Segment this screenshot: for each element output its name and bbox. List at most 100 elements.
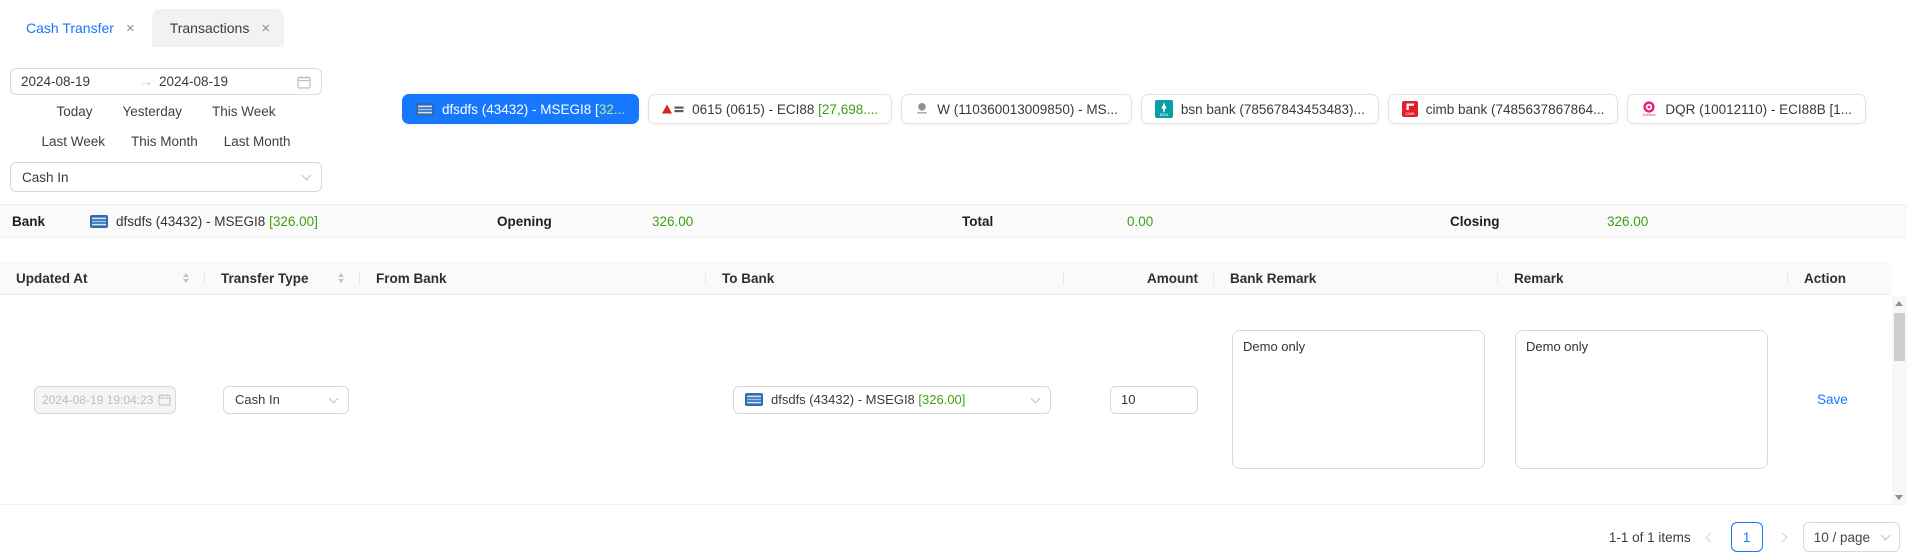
range-arrow-icon: → xyxy=(139,74,153,89)
alliance-bank-logo-icon xyxy=(917,103,928,114)
svg-text:DuitNow: DuitNow xyxy=(1643,113,1656,117)
column-header-action: Action xyxy=(1788,262,1892,294)
bank-button-dfsdfs[interactable]: dfsdfs (43432) - MSEGI8 [32... xyxy=(402,94,640,124)
column-label: To Bank xyxy=(722,270,775,286)
bank-label: Bank xyxy=(12,213,46,229)
transfer-type-filter-value: Cash In xyxy=(22,169,69,185)
quick-range-row-1: Today Yesterday This Week xyxy=(0,104,332,119)
remark-cell: Demo only xyxy=(1498,330,1788,469)
chevron-down-icon xyxy=(328,393,339,403)
updated-at-datepicker[interactable]: 2024-08-19 19:04:23 xyxy=(34,385,176,414)
date-range-picker[interactable]: 2024-08-19 → 2024-08-19 xyxy=(10,68,322,95)
svg-text:CIMB: CIMB xyxy=(1405,112,1415,116)
updated-at-cell: 2024-08-19 19:04:23 xyxy=(0,385,205,414)
chevron-down-icon xyxy=(301,170,312,181)
transfer-type-filter-select[interactable]: Cash In xyxy=(10,162,322,192)
table-header: Updated At Transfer Type From Bank To Ba… xyxy=(0,262,1892,295)
range-start-value: 2024-08-19 xyxy=(21,74,91,89)
sort-icon[interactable] xyxy=(183,273,189,283)
amount-input[interactable] xyxy=(1110,385,1198,414)
quick-link-last-month[interactable]: Last Month xyxy=(224,134,291,149)
next-page-icon[interactable] xyxy=(1775,529,1791,545)
closing-label: Closing xyxy=(1450,213,1500,229)
bank-button-label: cimb bank (7485637867864... xyxy=(1425,101,1605,117)
column-header-remark: Remark xyxy=(1498,262,1788,294)
scrollbar-up-arrow-icon[interactable] xyxy=(1895,301,1903,306)
page-size-select[interactable]: 10 / page xyxy=(1802,522,1900,552)
quick-link-last-week[interactable]: Last Week xyxy=(41,134,105,149)
bank-button-w[interactable]: W (110360013009850) - MS... xyxy=(901,94,1132,124)
chevron-down-icon xyxy=(1880,530,1891,541)
column-header-from-bank: From Bank xyxy=(360,262,706,294)
save-button[interactable]: Save xyxy=(1817,392,1848,407)
summary-closing-label-item: Closing xyxy=(1450,205,1500,237)
bank-button-label: DQR (10012110) - ECI88B [1... xyxy=(1665,101,1852,117)
duitnow-bank-logo-icon: DuitNow xyxy=(1643,101,1656,117)
summary-total-value: 0.00 xyxy=(1127,213,1154,229)
summary-opening-label-item: Opening xyxy=(497,205,552,237)
column-header-bank-remark: Bank Remark xyxy=(1214,262,1498,294)
tab-cash-transfer[interactable]: Cash Transfer × xyxy=(8,9,149,47)
sort-icon[interactable] xyxy=(338,273,344,283)
opening-label: Opening xyxy=(497,213,552,229)
remark-textarea[interactable]: Demo only xyxy=(1515,330,1768,469)
quick-link-yesterday[interactable]: Yesterday xyxy=(122,104,182,119)
scrollbar-thumb[interactable] xyxy=(1894,313,1905,361)
column-label: Action xyxy=(1804,270,1846,286)
pagination-bar: 1-1 of 1 items 1 10 / page xyxy=(1609,521,1900,553)
column-label: Updated At xyxy=(16,270,88,286)
to-bank-value: dfsdfs (43432) - MSEGI8 [326.00] xyxy=(771,392,966,407)
updated-at-value: 2024-08-19 19:04:23 xyxy=(42,392,154,407)
quick-link-today[interactable]: Today xyxy=(56,104,92,119)
column-label: From Bank xyxy=(376,270,447,286)
column-label: Remark xyxy=(1514,270,1564,286)
dfsdfs-bank-logo-icon xyxy=(745,393,763,406)
calendar-icon xyxy=(158,393,172,406)
tab-transactions[interactable]: Transactions × xyxy=(151,9,285,47)
column-header-to-bank: To Bank xyxy=(706,262,1064,294)
amount-cell xyxy=(1064,385,1214,414)
bank-button-dqr[interactable]: DuitNow DQR (10012110) - ECI88B [1... xyxy=(1627,94,1866,124)
balance-summary-bar: Bank dfsdfs (43432) - MSEGI8 [326.00] Op… xyxy=(0,204,1907,238)
bank-remark-cell: Demo only xyxy=(1214,330,1498,469)
bank-button-label: W (110360013009850) - MS... xyxy=(937,101,1118,117)
column-label: Bank Remark xyxy=(1230,270,1317,286)
bank-button-label: 0615 (0615) - ECI88 [27,698.... xyxy=(692,101,879,117)
summary-total-label-item: Total xyxy=(962,205,993,237)
bank-button-bsn[interactable]: BSN bsn bank (78567843453483)... xyxy=(1140,94,1379,124)
summary-opening-value: 326.00 xyxy=(652,213,694,229)
quick-link-this-week[interactable]: This Week xyxy=(212,104,276,119)
to-bank-cell: dfsdfs (43432) - MSEGI8 [326.00] xyxy=(706,385,1064,414)
column-header-transfer-type[interactable]: Transfer Type xyxy=(205,262,360,294)
bank-button-row: dfsdfs (43432) - MSEGI8 [32... 0615 (061… xyxy=(402,94,1866,124)
eci88-bank-logo-icon xyxy=(662,104,684,114)
quick-link-this-month[interactable]: This Month xyxy=(131,134,198,149)
close-icon[interactable]: × xyxy=(126,21,135,36)
bank-remark-textarea[interactable]: Demo only xyxy=(1232,330,1485,469)
bank-button-label: bsn bank (78567843453483)... xyxy=(1180,101,1365,117)
quick-range-row-2: Last Week This Month Last Month xyxy=(0,134,332,149)
page-size-value: 10 / page xyxy=(1813,529,1870,545)
summary-bank-name: dfsdfs (43432) - MSEGI8 [326.00] xyxy=(116,213,318,229)
bank-button-cimb[interactable]: CIMB cimb bank (7485637867864... xyxy=(1387,94,1619,124)
previous-page-icon[interactable] xyxy=(1703,529,1719,545)
column-header-updated-at[interactable]: Updated At xyxy=(0,262,205,294)
close-icon[interactable]: × xyxy=(261,21,270,36)
bank-button-0615[interactable]: 0615 (0615) - ECI88 [27,698.... xyxy=(648,94,893,124)
transfer-type-select[interactable]: Cash In xyxy=(223,385,349,414)
pagination-total-text: 1-1 of 1 items xyxy=(1608,529,1691,545)
to-bank-select[interactable]: dfsdfs (43432) - MSEGI8 [326.00] xyxy=(733,385,1051,414)
range-end-value: 2024-08-19 xyxy=(159,74,229,89)
cimb-bank-logo-icon: CIMB xyxy=(1401,101,1418,117)
tab-label: Cash Transfer xyxy=(26,20,114,36)
vertical-scrollbar[interactable] xyxy=(1892,296,1907,505)
calendar-icon xyxy=(297,75,311,89)
page-number-button[interactable]: 1 xyxy=(1730,522,1763,552)
dfsdfs-bank-logo-icon xyxy=(90,214,108,228)
scrollbar-down-arrow-icon[interactable] xyxy=(1895,495,1903,500)
column-label: Amount xyxy=(1147,270,1198,286)
transfer-type-value: Cash In xyxy=(235,392,280,407)
dfsdfs-bank-logo-icon xyxy=(416,102,434,116)
column-label: Transfer Type xyxy=(221,270,309,286)
chevron-down-icon xyxy=(1030,393,1041,403)
